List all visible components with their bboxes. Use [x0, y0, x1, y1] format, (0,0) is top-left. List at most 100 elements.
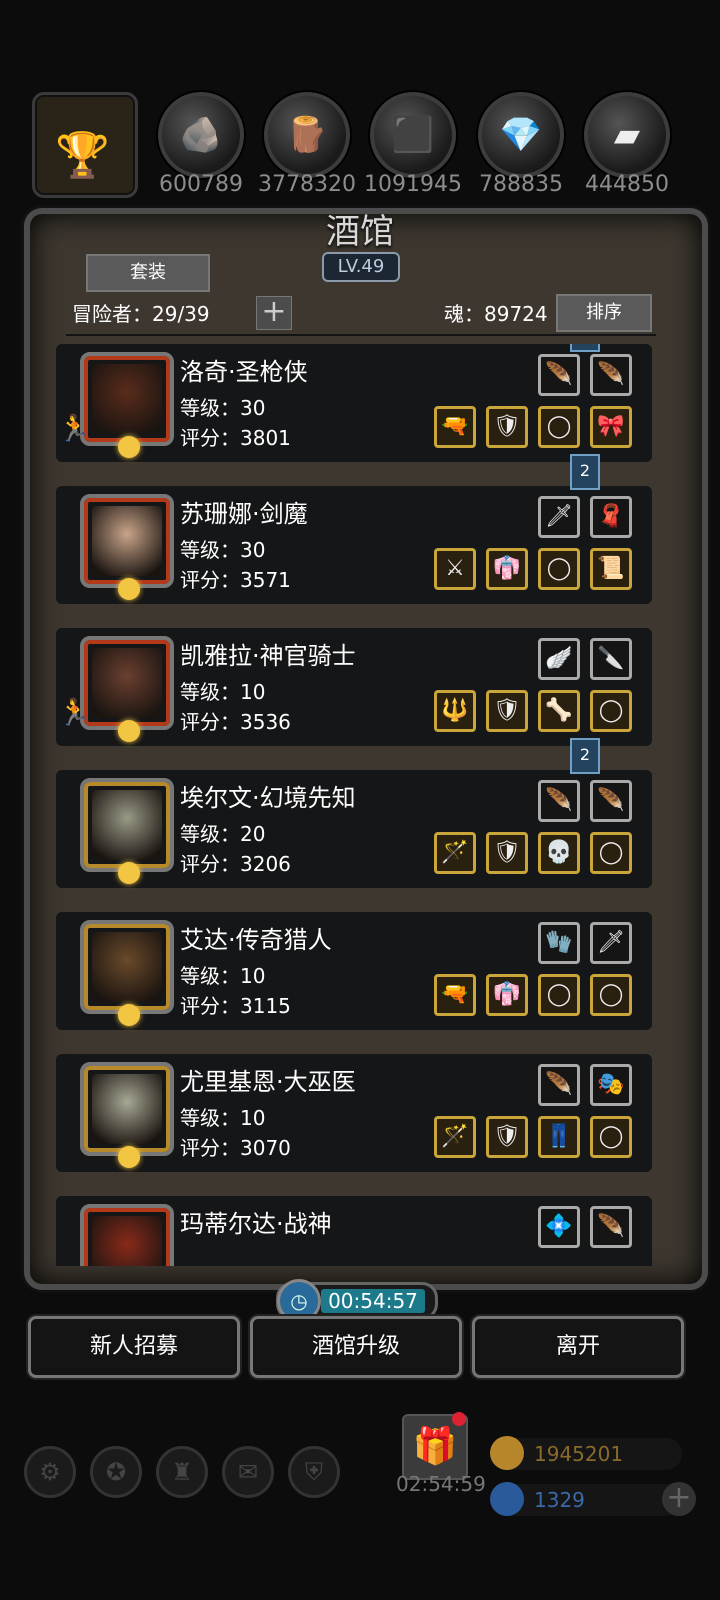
moon-icon: [118, 1004, 140, 1026]
skill-slot[interactable]: 🔪: [590, 638, 632, 680]
hero-score: 评分：3536: [180, 710, 291, 734]
sort-button[interactable]: 排序: [556, 294, 652, 332]
hero-face: [92, 932, 162, 1002]
settings-icon[interactable]: ⚙: [24, 1446, 76, 1498]
hero-card[interactable]: 尤里基恩·大巫医 等级：10 评分：3070 🪶 🎭 🪄 🛡 👖 ◯: [56, 1054, 652, 1172]
moon-icon: [118, 578, 140, 600]
star-icon[interactable]: ✪: [90, 1446, 142, 1498]
equipment-slot[interactable]: ⚔: [434, 548, 476, 590]
add-currency-button[interactable]: +: [662, 1482, 696, 1516]
hero-name: 玛蒂尔达·战神: [180, 1210, 332, 1238]
equipment-slot[interactable]: 🛡: [486, 690, 528, 732]
panel-title: 酒馆: [326, 212, 394, 252]
skill-slot[interactable]: 🪶: [590, 354, 632, 396]
equipment-slot[interactable]: 🪄: [434, 832, 476, 874]
gem-icon: [490, 1482, 524, 1516]
mail-icon[interactable]: ✉: [222, 1446, 274, 1498]
skill-slot[interactable]: 💠: [538, 1206, 580, 1248]
equipment-slot[interactable]: 🔫: [434, 974, 476, 1016]
tavern-level-badge: LV.49: [322, 252, 400, 282]
rank-ribbon: 2: [570, 454, 600, 490]
hero-level: 等级：30: [180, 396, 266, 420]
hero-face: [92, 506, 162, 576]
skill-slot[interactable]: 🪶: [538, 780, 580, 822]
equipment-slot[interactable]: ◯: [538, 974, 580, 1016]
equipment-slot[interactable]: 👖: [538, 1116, 580, 1158]
leave-button[interactable]: 离开: [472, 1316, 684, 1378]
skill-slot[interactable]: 🪶: [590, 780, 632, 822]
equipment-slot[interactable]: 🛡: [486, 406, 528, 448]
shield-icon[interactable]: ⛨: [288, 1446, 340, 1498]
add-slot-button[interactable]: +: [256, 296, 292, 330]
trophy-icon: 🏆: [55, 130, 110, 181]
moon-icon: [118, 862, 140, 884]
hero-card[interactable]: 苏珊娜·剑魔 等级：30 评分：3571 🗡 🧣 ⚔ 👘 ◯ 📜: [56, 486, 652, 604]
skill-slot[interactable]: 🧣: [590, 496, 632, 538]
hero-card[interactable]: 🏃 凯雅拉·神官骑士 等级：10 评分：3536 🪽 🔪 🔱 🛡 🦴 ◯: [56, 628, 652, 746]
hero-name: 艾达·传奇猎人: [180, 926, 332, 954]
equipment-slot[interactable]: 👘: [486, 548, 528, 590]
equipment-slot[interactable]: 💀: [538, 832, 580, 874]
resource-ore-icon[interactable]: 🪨: [158, 92, 244, 178]
soul-count: 魂：89724: [444, 302, 548, 326]
equipment-slot[interactable]: 🪄: [434, 1116, 476, 1158]
crystal-icon: 💎: [499, 115, 543, 155]
hero-card[interactable]: 玛蒂尔达·战神 💠 🪶: [56, 1196, 652, 1266]
equipment-slot[interactable]: ◯: [538, 406, 580, 448]
equipment-slot[interactable]: 🎀: [590, 406, 632, 448]
skill-slot[interactable]: 🗡: [538, 496, 580, 538]
hero-portrait[interactable]: [80, 636, 174, 742]
skill-slot[interactable]: 🗡: [590, 922, 632, 964]
resource-crystal-icon[interactable]: 💎: [478, 92, 564, 178]
hero-face: [92, 648, 162, 718]
equipment-slot[interactable]: ◯: [590, 1116, 632, 1158]
skill-slot[interactable]: 🧤: [538, 922, 580, 964]
equipment-slot[interactable]: 🔱: [434, 690, 476, 732]
notification-dot: [452, 1412, 466, 1426]
hero-card[interactable]: 🏃 洛奇·圣枪侠 等级：30 评分：3801 🪶 🪶 🔫 🛡 ◯ 🎀: [56, 344, 652, 462]
resource-steel-icon[interactable]: ▰: [584, 92, 670, 178]
hero-portrait[interactable]: [80, 1204, 174, 1266]
skill-slot[interactable]: 🪶: [590, 1206, 632, 1248]
castle-icon[interactable]: ♜: [156, 1446, 208, 1498]
hero-card[interactable]: 埃尔文·幻境先知 等级：20 评分：3206 🪶 🪶 🪄 🛡 💀 ◯: [56, 770, 652, 888]
equipment-slot[interactable]: 🔫: [434, 406, 476, 448]
hero-score: 评分：3571: [180, 568, 291, 592]
hero-avatar-button[interactable]: 🏆: [32, 92, 138, 198]
skill-slot[interactable]: 🪽: [538, 638, 580, 680]
equipment-slot[interactable]: ◯: [590, 832, 632, 874]
equipment-slot[interactable]: 🛡: [486, 1116, 528, 1158]
hero-name: 凯雅拉·神官骑士: [180, 642, 356, 670]
equipment-slot[interactable]: 🦴: [538, 690, 580, 732]
skill-slot[interactable]: 🎭: [590, 1064, 632, 1106]
hero-card[interactable]: 艾达·传奇猎人 等级：10 评分：3115 🧤 🗡 🔫 👘 ◯ ◯: [56, 912, 652, 1030]
resource-amount: 600789: [159, 172, 243, 197]
hero-portrait[interactable]: [80, 920, 174, 1026]
upgrade-tavern-button[interactable]: 酒馆升级: [250, 1316, 462, 1378]
hero-score: 评分：3115: [180, 994, 291, 1018]
divider: [66, 334, 656, 336]
equipment-set-button[interactable]: 套装: [86, 254, 210, 292]
hero-portrait[interactable]: [80, 494, 174, 600]
equipment-slot[interactable]: 📜: [590, 548, 632, 590]
moon-icon: [118, 1146, 140, 1168]
wood-icon: 🪵: [285, 115, 329, 155]
hero-portrait[interactable]: [80, 778, 174, 884]
hero-score: 评分：3070: [180, 1136, 291, 1160]
equipment-slot[interactable]: ◯: [590, 974, 632, 1016]
resource-iron-icon[interactable]: ⬛: [370, 92, 456, 178]
hero-portrait[interactable]: [80, 352, 174, 458]
skill-slot[interactable]: 🪶: [538, 1064, 580, 1106]
hero-list[interactable]: 🏃 洛奇·圣枪侠 等级：30 评分：3801 🪶 🪶 🔫 🛡 ◯ 🎀 苏珊娜·剑魔 等级：30 评分：3…: [56, 344, 662, 1266]
equipment-slot[interactable]: 👘: [486, 974, 528, 1016]
recruit-button[interactable]: 新人招募: [28, 1316, 240, 1378]
adventurer-count: 冒险者：29/39: [72, 302, 210, 326]
hero-score: 评分：3206: [180, 852, 291, 876]
equipment-slot[interactable]: 🛡: [486, 832, 528, 874]
resource-wood-icon[interactable]: 🪵: [264, 92, 350, 178]
skill-slot[interactable]: 🪶: [538, 354, 580, 396]
hero-portrait[interactable]: [80, 1062, 174, 1168]
equipment-slot[interactable]: ◯: [538, 548, 580, 590]
resource-amount: 1091945: [364, 172, 462, 197]
equipment-slot[interactable]: ◯: [590, 690, 632, 732]
